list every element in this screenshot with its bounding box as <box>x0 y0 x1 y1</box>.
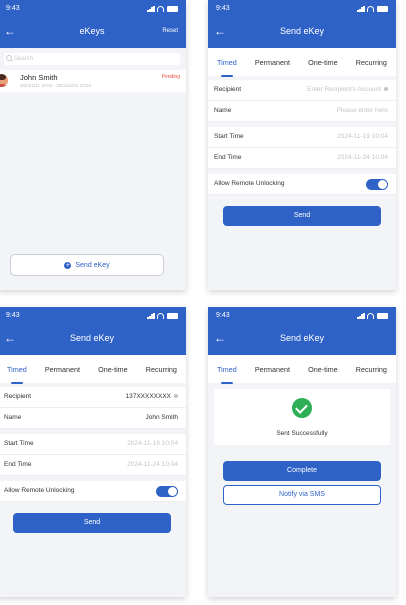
plus-icon: + <box>64 261 72 269</box>
avatar <box>0 74 8 87</box>
page-title: eKeys <box>79 26 105 36</box>
signal-icon <box>147 313 155 319</box>
page-title: Send eKey <box>279 26 325 36</box>
battery-icon <box>167 6 178 12</box>
status-time: 9:43 <box>6 5 20 12</box>
recipient-label: Recipient <box>4 393 32 400</box>
tab-recurring[interactable]: Recurring <box>354 363 389 376</box>
wifi-icon <box>367 313 374 319</box>
name-field[interactable]: Name John Smith <box>0 408 186 429</box>
name-label: Name <box>214 107 232 114</box>
reset-button[interactable]: Reset <box>162 28 178 34</box>
status-bar: 9:43 <box>216 5 388 15</box>
end-time-value: 2024-11-24 10:04 <box>337 154 388 161</box>
send-ekey-label: Send eKey <box>75 261 110 269</box>
start-time-value: 2024-11-19 10:04 <box>337 133 388 140</box>
start-time-field[interactable]: Start Time 2024-11-19 10:04 <box>208 127 396 148</box>
tab-one-time[interactable]: One-time <box>306 363 340 376</box>
start-time-label: Start Time <box>4 440 34 447</box>
remote-unlocking-label: Allow Remote Unlocking <box>4 487 75 494</box>
send-button[interactable]: Send <box>13 513 171 533</box>
page-title: Send eKey <box>279 333 325 343</box>
recipient-placeholder: Enter Recipient's Account <box>307 86 381 93</box>
send-ekey-button[interactable]: + Send eKey <box>10 254 164 276</box>
start-time-value: 2024-11-19 10:04 <box>127 440 178 447</box>
search-icon <box>6 55 12 61</box>
page-title: Send eKey <box>69 333 115 343</box>
recipient-label: Recipient <box>214 86 242 93</box>
wifi-icon <box>157 6 164 12</box>
success-message: Sent Successfully <box>276 430 328 437</box>
search-placeholder: Search <box>14 56 34 62</box>
name-field[interactable]: Name Please enter here <box>208 101 396 122</box>
signal-icon <box>357 6 365 12</box>
recipient-field[interactable]: Recipient 137XXXXXXXX <box>0 387 186 408</box>
end-time-value: 2024-11-24 10:04 <box>127 461 178 468</box>
tab-permanent[interactable]: Permanent <box>253 363 292 376</box>
remote-unlocking-row: Allow Remote Unlocking <box>0 481 186 502</box>
tab-timed[interactable]: Timed <box>215 363 239 384</box>
status-bar: 9:43 <box>216 312 388 322</box>
tab-permanent[interactable]: Permanent <box>253 56 292 69</box>
wifi-icon <box>157 313 164 319</box>
remote-unlocking-toggle[interactable] <box>366 179 388 190</box>
name-placeholder: Please enter here <box>336 107 388 114</box>
send-button[interactable]: Send <box>223 206 381 226</box>
wifi-icon <box>367 6 374 12</box>
battery-icon <box>377 313 388 319</box>
remote-unlocking-row: Allow Remote Unlocking <box>208 174 396 195</box>
ekeys-list-screen: 9:43 ← eKeys Reset Search John Smith 202… <box>0 0 186 290</box>
signal-icon <box>357 313 365 319</box>
recipient-value: 137XXXXXXXX <box>125 393 171 400</box>
contact-icon[interactable] <box>384 87 388 92</box>
tab-bar: Timed Permanent One-time Recurring <box>0 355 186 384</box>
status-time: 9:43 <box>6 312 20 319</box>
checkmark-icon <box>292 398 312 418</box>
header: 9:43 ← Send eKey <box>0 307 186 355</box>
name-label: Name <box>4 414 22 421</box>
complete-button[interactable]: Complete <box>223 461 381 481</box>
notify-sms-button[interactable]: Notify via SMS <box>223 485 381 505</box>
user-name: John Smith <box>20 73 58 82</box>
battery-icon <box>167 313 178 319</box>
end-time-label: End Time <box>4 461 32 468</box>
ekey-period: 2024/11/2 10:04 - 2024/11/21 10:04 <box>20 83 91 88</box>
tab-recurring[interactable]: Recurring <box>354 56 389 69</box>
tab-one-time[interactable]: One-time <box>306 56 340 69</box>
start-time-field[interactable]: Start Time 2024-11-19 10:04 <box>0 434 186 455</box>
status-time: 9:43 <box>216 5 230 12</box>
signal-icon <box>147 6 155 12</box>
end-time-field[interactable]: End Time 2024-11-24 10:04 <box>208 148 396 169</box>
tab-bar: Timed Permanent One-time Recurring <box>208 48 396 77</box>
search-input[interactable]: Search <box>4 53 180 65</box>
success-card: Sent Successfully <box>214 389 390 445</box>
battery-icon <box>377 6 388 12</box>
name-value: John Smith <box>145 414 178 421</box>
header: 9:43 ← eKeys Reset <box>0 0 186 48</box>
send-ekey-filled-screen: 9:43 ← Send eKey Timed Permanent One-tim… <box>0 307 186 597</box>
status-bar: 9:43 <box>6 312 178 322</box>
header: 9:43 ← Send eKey <box>208 0 396 48</box>
status-time: 9:43 <box>216 312 230 319</box>
recipient-field[interactable]: Recipient Enter Recipient's Account <box>208 80 396 101</box>
tab-bar: Timed Permanent One-time Recurring <box>208 355 396 384</box>
tab-one-time[interactable]: One-time <box>96 363 130 376</box>
tab-timed[interactable]: Timed <box>215 56 239 77</box>
remote-unlocking-label: Allow Remote Unlocking <box>214 180 285 187</box>
tab-timed[interactable]: Timed <box>5 363 29 384</box>
contact-icon[interactable] <box>174 394 178 399</box>
status-bar: 9:43 <box>6 5 178 15</box>
list-item[interactable]: John Smith 2024/11/2 10:04 - 2024/11/21 … <box>0 70 186 92</box>
start-time-label: Start Time <box>214 133 244 140</box>
header: 9:43 ← Send eKey <box>208 307 396 355</box>
remote-unlocking-toggle[interactable] <box>156 486 178 497</box>
send-ekey-form-screen: 9:43 ← Send eKey Timed Permanent One-tim… <box>208 0 396 290</box>
send-success-screen: 9:43 ← Send eKey Timed Permanent One-tim… <box>208 307 396 597</box>
end-time-field[interactable]: End Time 2024-11-24 10:04 <box>0 455 186 476</box>
tab-recurring[interactable]: Recurring <box>144 363 179 376</box>
tab-permanent[interactable]: Permanent <box>43 363 82 376</box>
status-badge: Pending <box>161 74 180 80</box>
end-time-label: End Time <box>214 154 242 161</box>
